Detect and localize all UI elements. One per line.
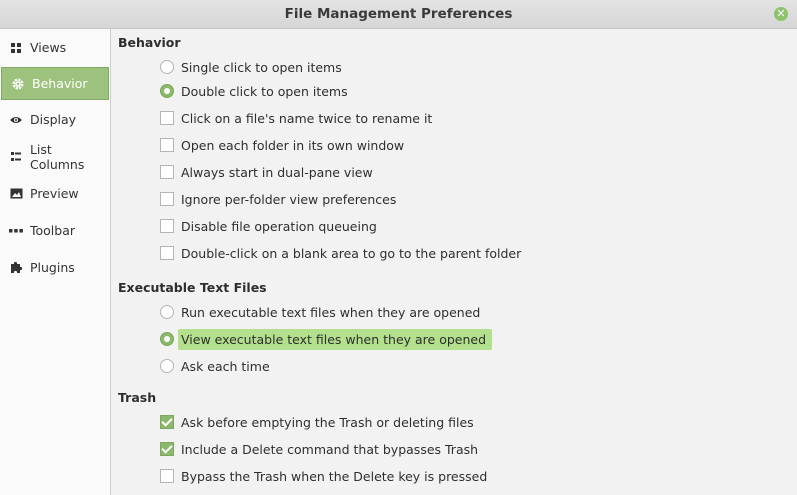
list-icon bbox=[9, 150, 23, 164]
radio-button[interactable] bbox=[160, 359, 174, 373]
sidebar-item-display[interactable]: Display bbox=[0, 101, 110, 138]
checkbox-ask-before-emptying[interactable]: Ask before emptying the Trash or deletin… bbox=[160, 411, 477, 433]
title-bar: File Management Preferences ✕ bbox=[0, 0, 797, 29]
sidebar-item-behavior[interactable]: Behavior bbox=[1, 67, 109, 100]
option-label: Ask each time bbox=[181, 358, 270, 374]
option-label: Open each folder in its own window bbox=[181, 137, 405, 153]
checkbox-checked[interactable] bbox=[160, 415, 174, 429]
section-heading-behavior: Behavior bbox=[118, 35, 181, 50]
checkbox[interactable] bbox=[160, 138, 174, 152]
radio-button-selected[interactable] bbox=[160, 332, 174, 346]
sidebar-item-list-columns[interactable]: List Columns bbox=[0, 138, 110, 175]
radio-double-click[interactable]: Double click to open items bbox=[160, 80, 351, 102]
checkbox-ignore-per-folder[interactable]: Ignore per-folder view preferences bbox=[160, 188, 399, 210]
option-label: Double-click on a blank area to go to th… bbox=[181, 245, 522, 261]
preferences-window: File Management Preferences ✕ Views Beha… bbox=[0, 0, 797, 495]
checkbox-disable-queueing[interactable]: Disable file operation queueing bbox=[160, 215, 380, 237]
sidebar-item-views[interactable]: Views bbox=[0, 29, 110, 66]
option-label: Bypass the Trash when the Delete key is … bbox=[181, 468, 488, 484]
radio-button-selected[interactable] bbox=[160, 84, 174, 98]
radio-button[interactable] bbox=[160, 60, 174, 74]
dots-icon bbox=[9, 224, 23, 238]
section-heading-executable: Executable Text Files bbox=[118, 280, 267, 295]
checkbox-dual-pane[interactable]: Always start in dual-pane view bbox=[160, 161, 376, 183]
sidebar-item-label: Views bbox=[30, 40, 67, 55]
checkbox-rename-click[interactable]: Click on a file's name twice to rename i… bbox=[160, 107, 435, 129]
sidebar-item-plugins[interactable]: Plugins bbox=[0, 249, 110, 286]
sidebar-item-label: List Columns bbox=[29, 141, 85, 172]
checkbox-checked[interactable] bbox=[160, 442, 174, 456]
sidebar-item-preview[interactable]: Preview bbox=[0, 175, 110, 212]
sidebar: Views Behavior Display List Columns Prev… bbox=[0, 29, 111, 495]
option-label: Run executable text files when they are … bbox=[181, 304, 481, 320]
close-button[interactable]: ✕ bbox=[774, 7, 788, 21]
checkbox[interactable] bbox=[160, 165, 174, 179]
checkbox[interactable] bbox=[160, 111, 174, 125]
option-label: Always start in dual-pane view bbox=[181, 164, 373, 180]
grid-icon bbox=[9, 41, 23, 55]
checkbox-own-window[interactable]: Open each folder in its own window bbox=[160, 134, 407, 156]
option-label: Single click to open items bbox=[181, 59, 342, 75]
checkbox-include-delete[interactable]: Include a Delete command that bypasses T… bbox=[160, 438, 481, 460]
sidebar-item-label: Display bbox=[30, 112, 77, 127]
option-label: Ask before emptying the Trash or deletin… bbox=[181, 414, 474, 430]
radio-ask-each-time[interactable]: Ask each time bbox=[160, 355, 273, 377]
checkbox-blank-area-parent[interactable]: Double-click on a blank area to go to th… bbox=[160, 242, 524, 264]
radio-view-executable[interactable]: View executable text files when they are… bbox=[160, 328, 493, 350]
checkbox[interactable] bbox=[160, 219, 174, 233]
puzzle-icon bbox=[9, 261, 23, 275]
sidebar-item-label: Behavior bbox=[32, 76, 88, 91]
checkbox[interactable] bbox=[160, 246, 174, 260]
option-label: Include a Delete command that bypasses T… bbox=[181, 441, 479, 457]
close-icon: ✕ bbox=[776, 7, 786, 20]
preferences-content: Behavior Single click to open items Doub… bbox=[112, 29, 797, 495]
checkbox-bypass-trash[interactable]: Bypass the Trash when the Delete key is … bbox=[160, 465, 490, 487]
section-heading-trash: Trash bbox=[118, 390, 157, 405]
image-icon bbox=[9, 187, 23, 201]
sidebar-item-label: Toolbar bbox=[30, 223, 76, 238]
checkbox[interactable] bbox=[160, 469, 174, 483]
option-label: Disable file operation queueing bbox=[181, 218, 377, 234]
option-label-highlighted: View executable text files when they are… bbox=[178, 328, 493, 350]
sidebar-item-label: Preview bbox=[30, 186, 79, 201]
radio-single-click[interactable]: Single click to open items bbox=[160, 56, 345, 78]
option-label: Ignore per-folder view preferences bbox=[181, 191, 397, 207]
radio-run-executable[interactable]: Run executable text files when they are … bbox=[160, 301, 483, 323]
checkbox[interactable] bbox=[160, 192, 174, 206]
radio-button[interactable] bbox=[160, 305, 174, 319]
window-title: File Management Preferences bbox=[284, 6, 513, 22]
gear-icon bbox=[11, 77, 25, 91]
eye-icon bbox=[9, 113, 23, 127]
option-label: Click on a file's name twice to rename i… bbox=[181, 110, 433, 126]
sidebar-item-label: Plugins bbox=[30, 260, 75, 275]
option-label: Double click to open items bbox=[181, 83, 348, 99]
sidebar-item-toolbar[interactable]: Toolbar bbox=[0, 212, 110, 249]
